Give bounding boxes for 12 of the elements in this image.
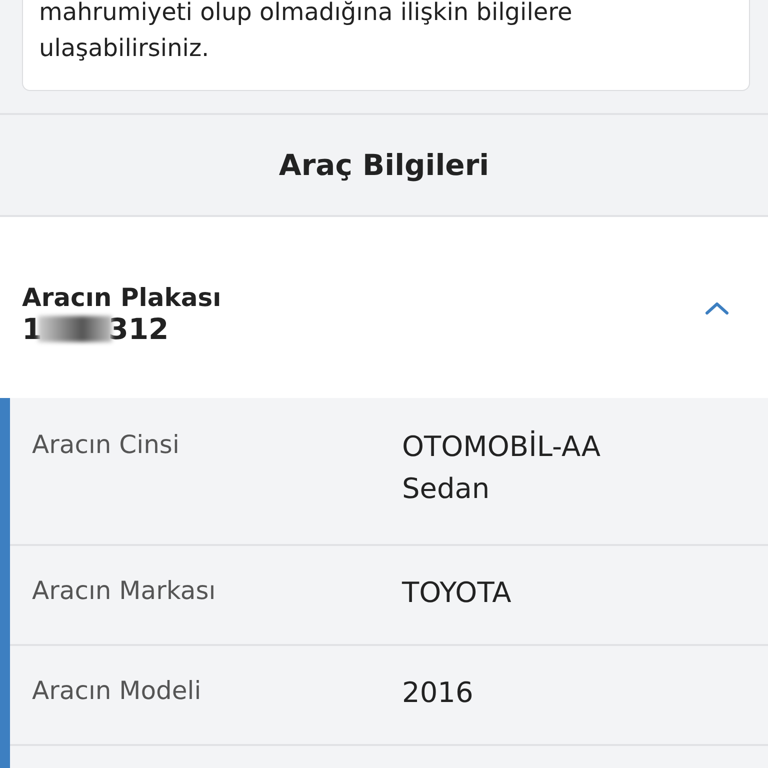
field-value: 2016 bbox=[402, 675, 474, 711]
field-value: OTOMOBİL-AA Sedan bbox=[402, 429, 602, 507]
plate-number: 1 bbox=[22, 312, 42, 346]
plate-number: 312 bbox=[108, 312, 169, 346]
field-label: Aracın Modeli bbox=[32, 676, 202, 707]
field-label: Aracın Markası bbox=[32, 576, 217, 607]
plate-label: Aracın Plakası bbox=[22, 283, 222, 312]
section-title: Araç Bilgileri bbox=[278, 148, 490, 182]
chevron-icon[interactable] bbox=[704, 300, 730, 316]
notice-text: mahrumiyeti olup olmadığına ilişkin bilgilere ulaşabilirsiniz. bbox=[39, 0, 574, 64]
field-value: TOYOTA bbox=[402, 575, 512, 611]
field-label: Aracın Cinsi bbox=[32, 430, 180, 461]
